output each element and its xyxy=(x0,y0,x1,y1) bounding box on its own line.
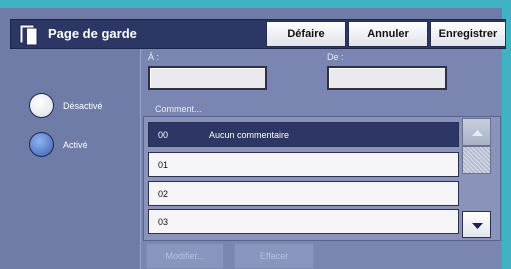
arrow-up-icon xyxy=(472,130,483,136)
list-item[interactable]: 02 xyxy=(148,181,459,206)
column-divider xyxy=(140,49,141,269)
radio-disabled[interactable] xyxy=(29,93,54,118)
save-button[interactable]: Enregistrer xyxy=(430,21,506,47)
to-label: À : xyxy=(148,52,160,62)
top-accent-bar xyxy=(0,0,511,8)
list-item-number: 00 xyxy=(158,130,169,140)
list-item[interactable]: 00 Aucun commentaire xyxy=(148,122,459,147)
from-label: De : xyxy=(327,52,344,62)
radio-enabled[interactable] xyxy=(29,132,54,157)
scrollbar-thumb[interactable] xyxy=(462,146,491,174)
arrow-down-icon xyxy=(472,223,483,229)
list-item-number: 02 xyxy=(158,189,169,199)
undo-button[interactable]: Défaire xyxy=(266,21,346,47)
left-column xyxy=(10,49,140,269)
cancel-button[interactable]: Annuler xyxy=(348,21,428,47)
scrollbar-track[interactable] xyxy=(462,174,491,212)
from-field[interactable] xyxy=(327,66,447,90)
comment-label: Comment... xyxy=(155,104,202,114)
list-item[interactable]: 03 xyxy=(148,209,459,234)
scroll-up-button[interactable] xyxy=(462,118,491,146)
list-item[interactable]: 01 xyxy=(148,152,459,177)
scroll-down-button[interactable] xyxy=(462,211,491,238)
cover-page-icon xyxy=(19,24,38,46)
clear-button[interactable]: Effacer xyxy=(234,243,314,269)
modify-button[interactable]: Modifier... xyxy=(146,243,224,269)
radio-enabled-label: Activé xyxy=(63,140,88,150)
page-title: Page de garde xyxy=(48,26,137,41)
list-item-text: Aucun commentaire xyxy=(209,130,290,140)
radio-disabled-label: Désactivé xyxy=(63,101,103,111)
list-item-number: 01 xyxy=(158,160,169,170)
list-item-number: 03 xyxy=(158,217,169,227)
to-field[interactable] xyxy=(148,66,267,90)
